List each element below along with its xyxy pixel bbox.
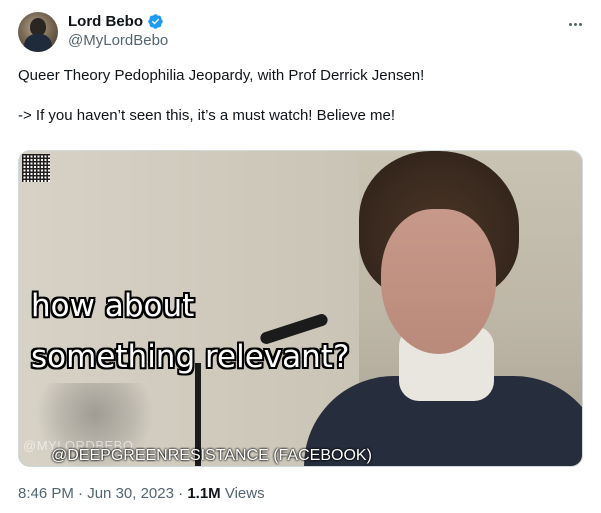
verified-badge-icon [148, 14, 163, 29]
more-horizontal-icon[interactable] [563, 14, 587, 34]
views-label: Views [220, 485, 265, 502]
user-handle[interactable]: @MyLordBebo [68, 31, 168, 51]
tweet-text-line: -> If you haven’t seen this, it’s a must… [18, 107, 395, 124]
video-media[interactable]: how about something relevant? @MYLORDBEB… [18, 150, 583, 467]
tweet-date[interactable]: Jun 30, 2023 [87, 485, 174, 502]
display-name[interactable]: Lord Bebo [68, 12, 143, 31]
qr-code-icon [22, 154, 50, 182]
tweet-header: Lord Bebo @MyLordBebo [18, 12, 587, 54]
views-count: 1.1M [187, 485, 221, 502]
tweet-time[interactable]: 8:46 PM [18, 485, 74, 502]
avatar[interactable] [18, 12, 58, 52]
video-caption-line: how about [31, 288, 195, 324]
tweet-text-line: Queer Theory Pedophilia Jeopardy, with P… [18, 67, 425, 84]
watermark-source: @DEEPGREENRESISTANCE (FACEBOOK) [51, 447, 372, 464]
video-caption-line: something relevant? [31, 339, 350, 375]
separator: · [73, 485, 88, 502]
display-name-row[interactable]: Lord Bebo [68, 12, 164, 31]
tweet-text: Queer Theory Pedophilia Jeopardy, with P… [18, 66, 578, 126]
person-face [381, 209, 496, 354]
separator: · [173, 485, 188, 502]
tweet-meta: 8:46 PM · Jun 30, 2023 · 1.1M Views [18, 484, 265, 504]
author-names: Lord Bebo @MyLordBebo [68, 12, 168, 51]
